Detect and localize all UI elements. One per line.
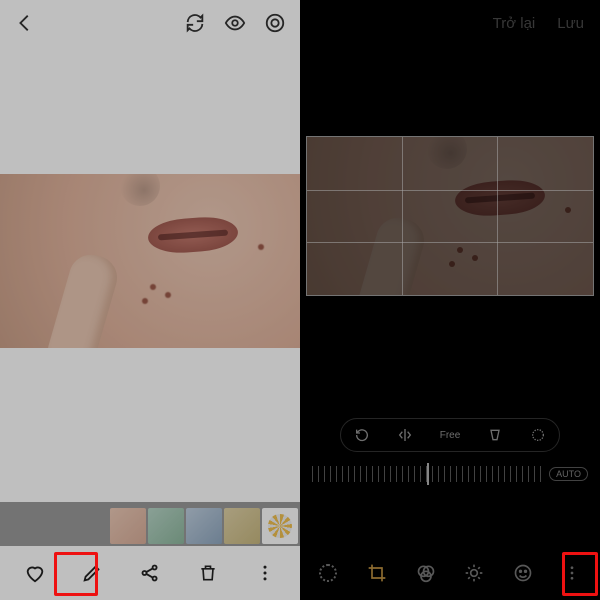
filters-tab[interactable] <box>407 551 445 595</box>
viewer-top-bar <box>0 0 300 46</box>
back-icon[interactable] <box>14 12 36 34</box>
editor-back-button[interactable]: Trở lại <box>493 15 536 32</box>
editor-top-bar: Trở lại Lưu <box>300 0 600 46</box>
sticker-tab[interactable] <box>504 551 542 595</box>
share-button[interactable] <box>126 551 174 595</box>
lens-icon[interactable] <box>264 12 286 34</box>
thumbnail[interactable] <box>110 508 146 544</box>
brightness-tab[interactable] <box>455 551 493 595</box>
viewer-upper-blank <box>0 46 300 174</box>
thumbnail[interactable] <box>262 508 298 544</box>
sync-icon[interactable] <box>184 12 206 34</box>
viewer-photo[interactable] <box>0 174 300 348</box>
thumbnail[interactable] <box>186 508 222 544</box>
crop-tab[interactable] <box>358 551 396 595</box>
viewer-bottom-bar <box>0 546 300 600</box>
straighten-ruler[interactable]: AUTO <box>312 462 588 486</box>
editor-save-button[interactable]: Lưu <box>557 15 584 32</box>
lasso-icon[interactable] <box>530 427 546 443</box>
gallery-viewer-pane <box>0 0 300 600</box>
favorite-button[interactable] <box>11 551 59 595</box>
processing-indicator <box>309 551 347 595</box>
perspective-icon[interactable] <box>487 427 503 443</box>
rotate-icon[interactable] <box>354 427 370 443</box>
photo-editor-pane: Trở lại Lưu Free <box>300 0 600 600</box>
edit-button[interactable] <box>68 551 116 595</box>
crop-canvas[interactable] <box>306 136 594 296</box>
thumbnail-strip <box>110 508 300 544</box>
flip-icon[interactable] <box>397 427 413 443</box>
thumbnail[interactable] <box>148 508 184 544</box>
free-crop-button[interactable]: Free <box>440 430 461 441</box>
delete-button[interactable] <box>184 551 232 595</box>
visibility-icon[interactable] <box>224 12 246 34</box>
viewer-lower-blank <box>0 348 300 502</box>
editor-more-button[interactable] <box>553 551 591 595</box>
auto-straighten-button[interactable]: AUTO <box>549 467 588 481</box>
thumbnail[interactable] <box>224 508 260 544</box>
crop-options-toolbar: Free <box>340 418 560 452</box>
more-button[interactable] <box>241 551 289 595</box>
editor-bottom-bar <box>300 546 600 600</box>
